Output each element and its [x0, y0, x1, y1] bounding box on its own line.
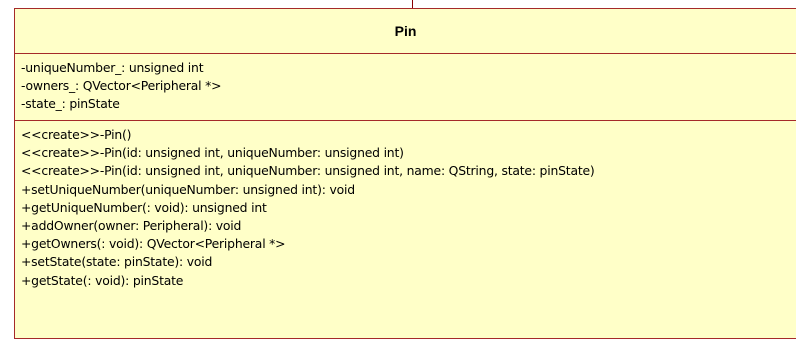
- operation-constructor-four-args: <<create>>-Pin(id: unsigned int, uniqueN…: [21, 163, 595, 179]
- uml-class-box[interactable]: Pin -uniqueNumber_: unsigned int -owners…: [14, 8, 796, 339]
- attribute-owners: -owners_: QVector<Peripheral *>: [21, 78, 222, 94]
- connector-stub: [412, 0, 413, 8]
- operation-set-unique-number: +setUniqueNumber(uniqueNumber: unsigned …: [21, 181, 355, 197]
- operation-constructor-two-args: <<create>>-Pin(id: unsigned int, uniqueN…: [21, 145, 404, 161]
- operations-compartment: <<create>>-Pin() <<create>>-Pin(id: unsi…: [15, 121, 796, 290]
- class-name: Pin: [394, 23, 417, 39]
- operation-set-state: +setState(state: pinState): void: [21, 254, 213, 270]
- class-header: Pin: [15, 9, 796, 54]
- operation-get-owners: +getOwners(: void): QVector<Peripheral *…: [21, 236, 286, 252]
- attributes-compartment: -uniqueNumber_: unsigned int -owners_: Q…: [15, 54, 796, 121]
- attribute-unique-number: -uniqueNumber_: unsigned int: [21, 60, 204, 75]
- operation-constructor-default: <<create>>-Pin(): [21, 127, 132, 142]
- operation-get-state: +getState(: void): pinState: [21, 272, 184, 288]
- operation-add-owner: +addOwner(owner: Peripheral): void: [21, 218, 242, 234]
- operation-get-unique-number: +getUniqueNumber(: void): unsigned int: [21, 199, 267, 215]
- attribute-state: -state_: pinState: [21, 96, 120, 112]
